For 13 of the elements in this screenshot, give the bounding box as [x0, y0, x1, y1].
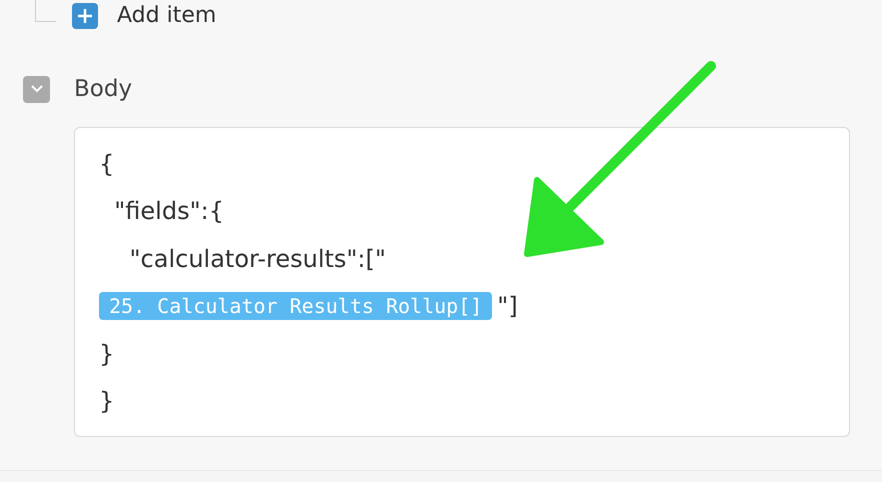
collapse-toggle[interactable] [23, 76, 50, 102]
section-title: Body [74, 76, 132, 102]
chevron-icon [30, 85, 42, 93]
code-line: "fields":{ [113, 197, 224, 226]
body-editor[interactable]: { "fields":{ "calculator-results":[" 25. Calculator Results Rollup[] "] } } [74, 127, 850, 437]
code-line: { [99, 150, 114, 178]
code-line: "calculator-results":[" [128, 244, 386, 273]
code-text: "] [497, 292, 518, 320]
tree-connector [35, 0, 56, 22]
plus-icon[interactable] [72, 3, 98, 29]
code-line: } [99, 340, 114, 368]
code-line: } [99, 387, 114, 416]
add-item-link[interactable]: Add item [117, 3, 216, 29]
